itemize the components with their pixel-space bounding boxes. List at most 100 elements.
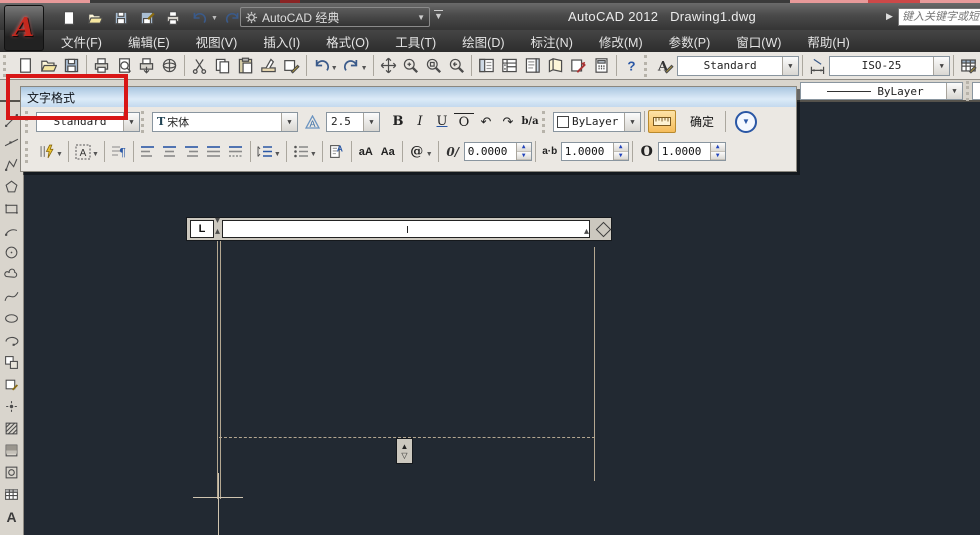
annotative-icon[interactable]: A [302, 112, 322, 132]
align-justify-button[interactable] [204, 142, 224, 162]
ellipse-icon[interactable] [2, 307, 22, 329]
redo-button[interactable]: ↷ [498, 112, 518, 132]
chevron-down-icon[interactable]: ▼ [281, 112, 297, 131]
ok-button[interactable]: 确定 [682, 110, 722, 133]
chevron-down-icon[interactable]: ▼ [310, 151, 317, 158]
new-icon[interactable] [58, 8, 80, 28]
saveas-icon[interactable] [136, 8, 158, 28]
align-dist-button[interactable] [226, 142, 246, 162]
help-icon[interactable]: ? [620, 54, 643, 77]
cut-icon[interactable] [188, 54, 211, 77]
stack-button[interactable]: b/a [520, 112, 540, 132]
point-icon[interactable] [2, 395, 22, 417]
ruler-tab-style-button[interactable]: L [190, 220, 214, 238]
menu-item-m[interactable]: 修改(M) [586, 30, 656, 53]
dcenter-icon[interactable] [498, 54, 521, 77]
spline-icon[interactable] [2, 285, 22, 307]
rect-icon[interactable] [2, 197, 22, 219]
matchprop-icon[interactable] [257, 54, 280, 77]
markup-icon[interactable] [567, 54, 590, 77]
spinner-buttons[interactable]: ▲ ▼ [709, 143, 725, 160]
linetype-combo[interactable]: ByLayer ▼ [800, 82, 963, 100]
toolbar-grip[interactable] [643, 54, 652, 77]
text-style-icon[interactable]: A [655, 54, 678, 77]
arc-icon[interactable] [2, 219, 22, 241]
calc-icon[interactable] [590, 54, 613, 77]
text-color-combo[interactable]: ByLayer ▼ [553, 111, 641, 132]
menu-item-o[interactable]: 格式(O) [313, 30, 382, 53]
chevron-down-icon[interactable]: ▼ [211, 15, 218, 22]
ruler-right-indent-marker[interactable]: ▴ [584, 227, 589, 237]
chevron-down-icon[interactable]: ▼ [274, 151, 281, 158]
italic-button[interactable]: I [410, 112, 430, 132]
plot-icon[interactable] [162, 8, 184, 28]
bedit-icon[interactable] [280, 54, 303, 77]
menu-item-n[interactable]: 标注(N) [518, 30, 586, 53]
chevron-down-icon[interactable]: ▼ [624, 112, 640, 131]
lineweight-combo-partial[interactable] [972, 82, 980, 100]
align-right-button[interactable] [182, 142, 202, 162]
toolbar-overflow-button[interactable]: ▼ [434, 10, 443, 21]
oblique-angle-spinner[interactable]: 0.0000 ▲ ▼ [463, 142, 532, 161]
chevron-down-icon[interactable]: ▼ [946, 83, 962, 99]
uppercase-button[interactable]: aA [356, 142, 376, 162]
chevron-down-icon[interactable]: ▼ [781, 56, 798, 75]
font-combo[interactable]: T 宋体 ▼ [152, 111, 298, 132]
props-icon[interactable] [475, 54, 498, 77]
paste-icon[interactable] [234, 54, 257, 77]
options-button[interactable]: ▼ [735, 110, 758, 133]
revcloud-icon[interactable] [2, 263, 22, 285]
redo-icon[interactable] [340, 54, 363, 77]
circle-icon[interactable] [2, 241, 22, 263]
align-left-button[interactable] [138, 142, 158, 162]
xline-icon[interactable] [2, 131, 22, 153]
zoomwin-icon[interactable] [422, 54, 445, 77]
chevron-down-icon[interactable]: ▼ [56, 151, 63, 158]
menu-item-f[interactable]: 文件(F) [48, 30, 115, 53]
mtext-icon[interactable]: A [2, 505, 22, 527]
chevron-down-icon[interactable]: ▼ [92, 151, 99, 158]
hatch-icon[interactable] [2, 417, 22, 439]
dim-style-combo[interactable]: ISO-25 ▼ [828, 55, 951, 76]
bold-button[interactable]: B [388, 112, 408, 132]
menu-item-i[interactable]: 插入(I) [250, 30, 313, 53]
publish-icon[interactable] [136, 54, 159, 77]
insert-field-button[interactable]: A [327, 142, 347, 162]
paragraph-button[interactable]: ¶ [109, 142, 129, 162]
overline-button[interactable]: O [454, 113, 474, 130]
copy-icon[interactable] [211, 54, 234, 77]
text-height-combo[interactable]: 2.5 ▼ [326, 111, 380, 132]
zoomrt-icon[interactable] [399, 54, 422, 77]
sheetset-icon[interactable] [544, 54, 567, 77]
undo-button[interactable]: ↶ [476, 112, 496, 132]
align-center-button[interactable] [160, 142, 180, 162]
mtext-justification-button[interactable]: A [73, 142, 93, 162]
toolbar-grip[interactable] [141, 110, 149, 133]
undo-icon[interactable] [188, 8, 210, 28]
columns-button[interactable] [37, 142, 57, 162]
column-height-grip[interactable]: ▲ ▽ [396, 438, 413, 464]
table-style-icon[interactable] [957, 54, 980, 77]
ruler-toggle-button[interactable] [648, 110, 676, 133]
dimension-style-icon[interactable] [806, 54, 829, 77]
dialog-title-bar[interactable]: 文字格式 [21, 87, 796, 107]
help-search-input[interactable] [898, 8, 980, 26]
earc-icon[interactable] [2, 329, 22, 351]
symbol-button[interactable]: @ [407, 142, 427, 162]
ruler-first-line-indent-marker[interactable]: ▾ [215, 216, 220, 226]
tracking-spinner[interactable]: 1.0000 ▲ ▼ [560, 142, 629, 161]
lowercase-button[interactable]: Aa [378, 142, 398, 162]
palettes-icon[interactable] [521, 54, 544, 77]
pline-icon[interactable] [2, 153, 22, 175]
menu-item-w[interactable]: 窗口(W) [723, 30, 794, 53]
menu-item-p[interactable]: 参数(P) [656, 30, 724, 53]
chevron-down-icon[interactable]: ▼ [426, 151, 433, 158]
spinner-buttons[interactable]: ▲ ▼ [612, 143, 628, 160]
mkblock-icon[interactable] [2, 373, 22, 395]
workspace-switcher[interactable]: AutoCAD 经典 ▼ [240, 7, 430, 27]
undo-icon[interactable] [310, 54, 333, 77]
chevron-down-icon[interactable]: ▼ [331, 65, 338, 72]
numbering-button[interactable] [291, 142, 311, 162]
spinner-buttons[interactable]: ▲ ▼ [515, 143, 531, 160]
menu-item-v[interactable]: 视图(V) [183, 30, 251, 53]
